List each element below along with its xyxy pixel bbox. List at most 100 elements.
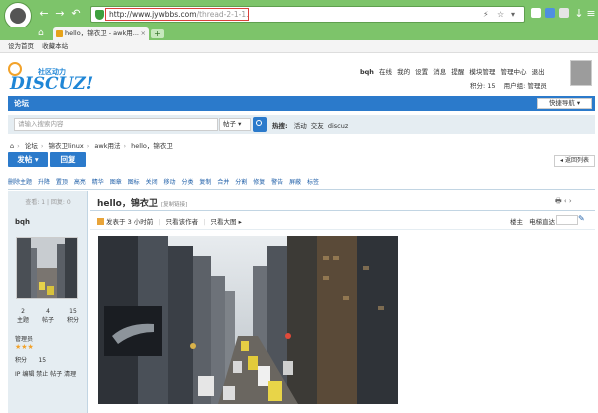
mod-warn[interactable]: 警告 <box>271 179 283 186</box>
search-type-select[interactable]: 帖子 ▾ <box>219 118 251 131</box>
address-bar[interactable]: http://www.jywbbs.com/thread-2-1-1.html … <box>90 6 525 23</box>
grid-icon[interactable] <box>531 8 541 18</box>
bookmark-set-home[interactable]: 设为首页 <box>8 42 34 50</box>
breadcrumb-item[interactable]: awk用法 <box>94 142 120 150</box>
divider <box>90 210 595 211</box>
breadcrumb: ⌂ › 论坛 › 锦衣卫linux › awk用法 › hello，锦衣卫 <box>10 142 173 150</box>
mod-highlight[interactable]: 高亮 <box>74 179 86 186</box>
reply-button[interactable]: 回复 <box>50 152 86 167</box>
admin-posts[interactable]: 帖子 <box>50 371 62 378</box>
lightning-icon[interactable]: ⚡ <box>483 10 489 19</box>
favicon-icon <box>56 30 63 37</box>
mod-block[interactable]: 屏蔽 <box>289 179 301 186</box>
user-status[interactable]: 在线 <box>379 68 392 76</box>
back-to-list-button[interactable]: ◂ 返回列表 <box>554 155 595 167</box>
print-icon[interactable]: 🖶 ‹ › <box>555 197 572 208</box>
hot-term[interactable]: 活动 <box>294 122 307 130</box>
menu-icon[interactable]: ≡ <box>585 8 597 20</box>
dropdown-icon[interactable]: ▾ <box>511 10 515 19</box>
header-avatar[interactable] <box>570 60 592 86</box>
mod-sticky[interactable]: 置顶 <box>56 179 68 186</box>
user-link-modules[interactable]: 模块管理 <box>469 68 495 76</box>
jump-label: 电梯直达 <box>529 218 556 226</box>
star-icon[interactable]: ☆ <box>497 10 504 19</box>
hot-term[interactable]: discuz <box>328 122 348 130</box>
undo-icon[interactable]: ↶ <box>70 8 82 20</box>
user-link-reminders[interactable]: 提醒 <box>451 68 464 76</box>
hot-search-label: 热搜: <box>272 122 288 130</box>
thread-title: hello，锦衣卫 [复制链接] <box>97 199 188 209</box>
forum-nav-bar <box>8 96 595 111</box>
close-icon[interactable]: × <box>141 27 146 40</box>
mail-icon[interactable] <box>559 8 569 18</box>
user-points[interactable]: 积分: 15 <box>470 82 496 90</box>
divider <box>90 229 595 230</box>
hot-term[interactable]: 交友 <box>311 122 324 130</box>
home-icon[interactable]: ⌂ <box>38 28 44 38</box>
new-tab-button[interactable]: + <box>151 29 164 38</box>
mod-split[interactable]: 分割 <box>235 179 247 186</box>
user-link-logout[interactable]: 退出 <box>532 68 545 76</box>
site-logo[interactable]: DISCUZ! <box>10 74 93 94</box>
admin-edit[interactable]: 编辑 <box>22 371 34 378</box>
mod-move[interactable]: 移动 <box>164 179 176 186</box>
admin-ip[interactable]: IP <box>15 371 20 378</box>
mod-tag[interactable]: 标签 <box>307 179 319 186</box>
author-points: 积分 15 <box>15 357 47 364</box>
stat-points[interactable]: 15 积分 <box>62 308 84 324</box>
breadcrumb-item[interactable]: 锦衣卫linux <box>49 142 84 150</box>
quick-nav-button[interactable]: 快捷导航 ▾ <box>537 98 592 109</box>
floor-jump-input[interactable] <box>556 215 578 225</box>
breadcrumb-item[interactable]: hello，锦衣卫 <box>131 142 173 150</box>
mod-close[interactable]: 关闭 <box>146 179 158 186</box>
mod-repair[interactable]: 修复 <box>253 179 265 186</box>
user-group[interactable]: 用户组: 管理员 <box>504 82 547 90</box>
tab-title: hello，锦衣卫 - awk用... <box>65 29 139 37</box>
breadcrumb-home-icon[interactable]: ⌂ <box>10 142 14 150</box>
browser-avatar[interactable] <box>4 2 32 30</box>
user-link-mine[interactable]: 我的 <box>397 68 410 76</box>
moderation-toolbar: 删除主题 升降 置顶 高亮 精华 图章 图标 关闭 移动 分类 复制 合并 分割… <box>8 177 595 189</box>
rank-stars-icon: ★★★ <box>15 343 34 351</box>
mod-copy[interactable]: 复制 <box>199 179 211 186</box>
user-link-admin[interactable]: 管理中心 <box>500 68 526 76</box>
search-button[interactable] <box>253 117 267 132</box>
copy-link[interactable]: [复制链接] <box>161 202 187 208</box>
tab-active[interactable]: hello，锦衣卫 - awk用... × <box>53 27 149 40</box>
bookmark-favorite[interactable]: 收藏本站 <box>42 42 68 50</box>
author-name[interactable]: bqh <box>15 218 30 226</box>
author-avatar[interactable] <box>16 237 78 299</box>
floor-label: 楼主 <box>510 218 523 226</box>
breadcrumb-item[interactable]: 论坛 <box>25 142 38 150</box>
mod-merge[interactable]: 合并 <box>217 179 229 186</box>
mod-bump[interactable]: 升降 <box>38 179 50 186</box>
new-post-button[interactable]: 发帖 ▾ <box>8 152 48 167</box>
back-icon[interactable]: ← <box>38 8 50 20</box>
user-name[interactable]: bqh <box>360 68 374 76</box>
stat-threads[interactable]: 2 主题 <box>12 308 34 324</box>
only-author-link[interactable]: 只看该作者 <box>166 218 199 226</box>
nav-forum[interactable]: 论坛 <box>14 97 29 110</box>
admin-clean[interactable]: 清理 <box>64 371 76 378</box>
post-meta: 发表于 3 小时前 | 只看该作者 | 只看大图 ▸ <box>97 216 242 226</box>
search-input[interactable]: 请输入搜索内容 <box>14 118 218 131</box>
user-link-settings[interactable]: 设置 <box>415 68 428 76</box>
post-image[interactable] <box>98 236 398 404</box>
extension-icon[interactable] <box>545 8 555 18</box>
author-group[interactable]: 管理员 <box>15 334 33 343</box>
jump-go-icon[interactable]: ✎ <box>578 214 585 223</box>
mod-category[interactable]: 分类 <box>181 179 193 186</box>
only-big-image-link[interactable]: 只看大图 <box>211 218 237 226</box>
user-link-messages[interactable]: 消息 <box>433 68 446 76</box>
mod-icon[interactable]: 图标 <box>128 179 140 186</box>
admin-ban[interactable]: 禁止 <box>36 371 48 378</box>
forward-icon[interactable]: → <box>54 8 66 20</box>
divider <box>8 189 595 190</box>
mod-delete[interactable]: 删除主题 <box>8 179 32 186</box>
download-icon[interactable]: ↓ <box>573 8 585 20</box>
stat-posts[interactable]: 4 帖子 <box>37 308 59 324</box>
online-icon <box>97 218 104 225</box>
url-text[interactable]: http://www.jywbbs.com/thread-2-1-1.html <box>105 8 249 21</box>
mod-digest[interactable]: 精华 <box>92 179 104 186</box>
mod-stamp[interactable]: 图章 <box>110 179 122 186</box>
